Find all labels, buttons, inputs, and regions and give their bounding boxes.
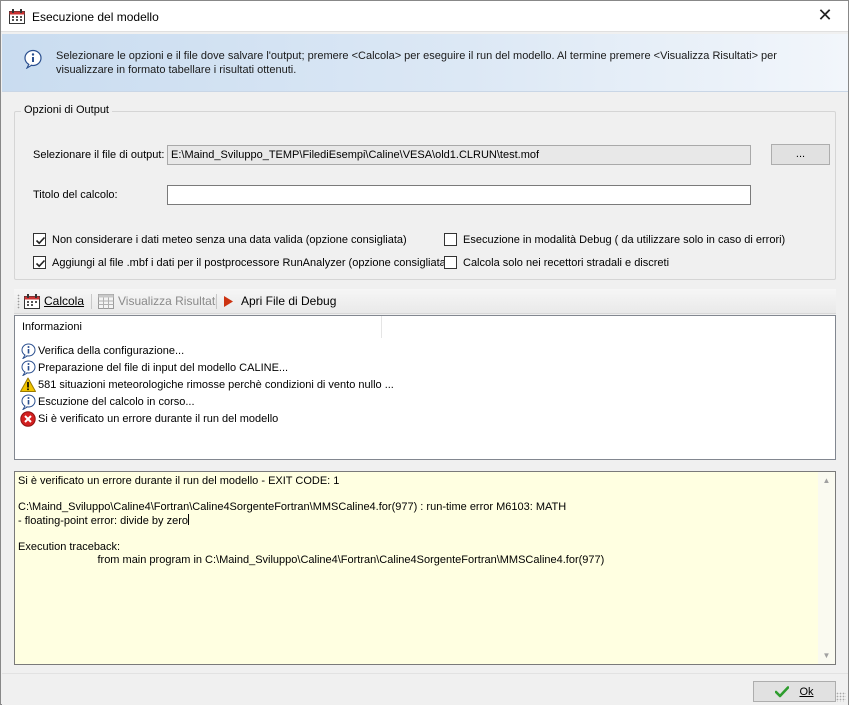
output-text: Si è verificato un errore durante il run… [18,475,818,567]
list-item[interactable]: Si è verificato un errore durante il run… [20,410,278,427]
info-icon [21,394,36,410]
log-text: Preparazione del file di input del model… [38,361,289,374]
output-scrollbar[interactable]: ▲ ▼ [818,472,835,664]
log-text: Escuzione del calcolo in corso... [38,395,195,408]
log-text: 581 situazioni meteorologiche rimosse pe… [38,378,394,391]
skip-invalid-meteo-checkbox[interactable]: Non considerare i dati meteo senza una d… [33,233,407,246]
info-icon [21,343,36,359]
log-text: Si è verificato un errore durante il run… [38,412,279,425]
checkbox-label: Non considerare i dati meteo senza una d… [52,233,407,246]
title-bar[interactable]: Esecuzione del modello ✕ [1,1,848,32]
app-icon [9,9,25,24]
resize-grip[interactable] [836,692,846,702]
info-banner: Selezionare le opzioni e il file dove sa… [2,34,848,92]
log-text: Verifica della configurazione... [38,344,185,357]
calcola-label: Calcola [44,294,85,308]
output-options-legend: Opzioni di Output [21,104,112,116]
apri-file-debug-button[interactable]: Apri File di Debug [221,293,336,309]
apri-debug-label: Apri File di Debug [241,294,337,308]
debug-mode-checkbox[interactable]: Esecuzione in modalità Debug ( da utiliz… [444,233,785,246]
checkmark-icon [35,236,46,245]
info-log-list[interactable]: Informazioni Verifica della configurazio… [14,315,836,460]
error-icon [20,410,36,427]
toolbar-separator [216,294,217,309]
calc-title-input[interactable] [167,185,751,205]
visualizza-label: Visualizza Risultati [118,294,218,308]
output-textarea[interactable]: Si è verificato un errore durante il run… [14,471,836,665]
action-toolbar: Calcola Visualizza Risultati Apri File d… [14,289,836,314]
browse-button[interactable]: ... [771,144,830,165]
scroll-down-icon[interactable]: ▼ [818,647,835,664]
list-item[interactable]: Preparazione del file di input del model… [20,359,288,376]
checkbox-label: Esecuzione in modalità Debug ( da utiliz… [463,233,786,246]
visualizza-risultati-button[interactable]: Visualizza Risultati [98,293,218,309]
table-icon [98,293,114,309]
column-header-empty [383,316,835,338]
list-item[interactable]: Escuzione del calcolo in corso... [20,393,195,410]
ok-button[interactable]: Ok [753,681,836,702]
warning-icon [20,377,36,392]
banner-text: Selezionare le opzioni e il file dove sa… [56,50,777,76]
checkmark-icon [35,259,46,268]
window-title: Esecuzione del modello [32,10,159,24]
checkbox-label: Calcola solo nei recettori stradali e di… [463,256,670,269]
list-item[interactable]: 581 situazioni meteorologiche rimosse pe… [20,376,394,393]
output-file-field[interactable]: E:\Maind_Sviluppo_TEMP\FilediEsempi\Cali… [167,145,751,165]
output-text-part1: Si è verificato un errore durante il run… [18,475,567,527]
text-caret [187,514,189,525]
execution-dialog: Esecuzione del modello ✕ Selezionare le … [0,0,849,705]
checkbox-box[interactable] [444,256,457,269]
add-runanalyzer-checkbox[interactable]: Aggiungi al file .mbf i dati per il post… [33,256,449,269]
play-icon [224,295,233,307]
checkbox-label: Aggiungi al file .mbf i dati per il post… [52,256,450,269]
dialog-footer [2,673,848,705]
output-file-label: Selezionare il file di output: [33,149,165,161]
output-text-part2: Execution traceback: from main program i… [18,541,605,566]
toolbar-grip[interactable] [17,294,20,309]
ok-label: Ok [799,685,814,698]
info-icon [21,360,36,376]
calendar-run-icon [24,293,40,309]
road-receptors-only-checkbox[interactable]: Calcola solo nei recettori stradali e di… [444,256,669,269]
list-item[interactable]: Verifica della configurazione... [20,342,184,359]
toolbar-separator [91,294,92,309]
column-header-informazioni[interactable]: Informazioni [15,316,382,338]
scroll-up-icon[interactable]: ▲ [818,472,835,489]
info-icon [24,49,42,69]
checkbox-box[interactable] [444,233,457,246]
checkbox-box[interactable] [33,233,46,246]
checkmark-icon [775,685,790,697]
checkbox-box[interactable] [33,256,46,269]
close-button[interactable]: ✕ [802,1,848,31]
calc-title-label: Titolo del calcolo: [33,189,118,201]
calcola-button[interactable]: Calcola [24,293,84,309]
